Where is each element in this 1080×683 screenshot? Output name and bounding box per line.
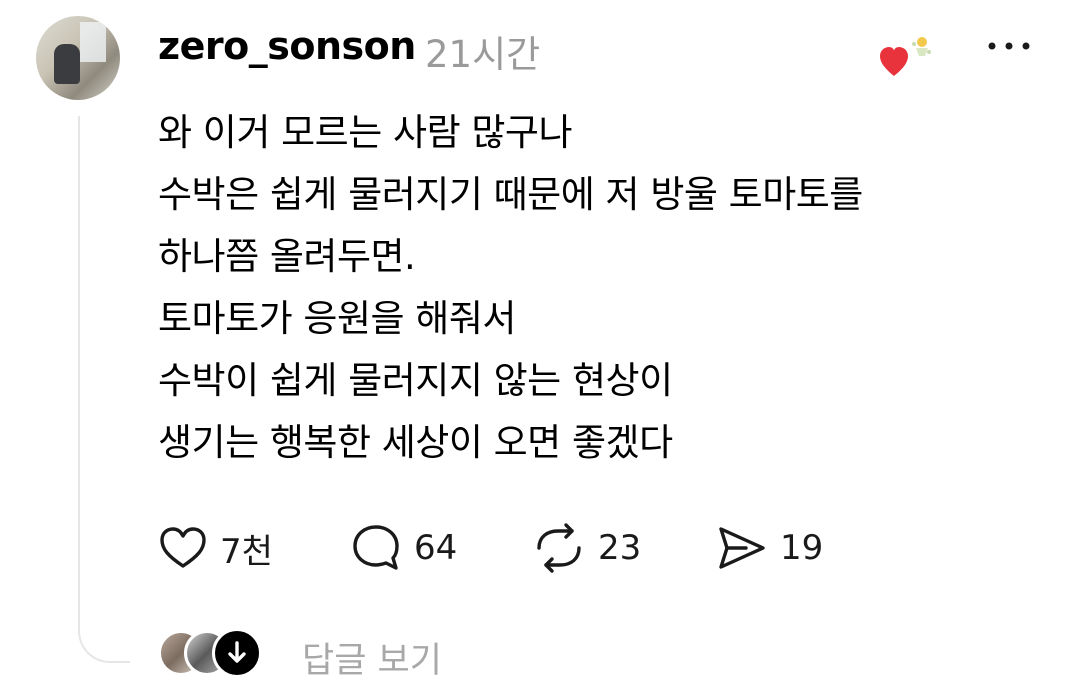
post-line: 토마토가 응원을 해줘서 [158, 297, 516, 340]
heart-badge-icon [880, 37, 931, 76]
post-line: 수박이 쉽게 물러지지 않는 현상이 [158, 359, 673, 402]
comment-button[interactable]: 64 [350, 520, 457, 576]
post-line: 생기는 행복한 세상이 오면 좋겠다 [158, 421, 673, 464]
share-button[interactable]: 19 [716, 520, 823, 576]
down-arrow-icon [212, 628, 262, 678]
thread-line [78, 116, 130, 663]
post-body: 와 이거 모르는 사람 많구나 수박은 쉽게 물러지기 때문에 저 방울 토마토… [158, 102, 1038, 474]
more-options-icon[interactable] [986, 36, 1032, 56]
comment-icon [353, 525, 399, 570]
post-line: 하나쯤 올려두면. [158, 235, 416, 278]
like-count: 7천 [220, 531, 273, 572]
avatar[interactable] [36, 16, 120, 100]
like-button[interactable]: 7천 [158, 520, 273, 576]
post-line: 수박은 쉽게 물러지기 때문에 저 방울 토마토를 [158, 173, 863, 216]
avatar-figure [54, 44, 80, 84]
share-count: 19 [780, 528, 824, 568]
repost-button[interactable]: 23 [532, 520, 641, 576]
comment-count: 64 [414, 528, 458, 568]
view-replies-link[interactable]: 답글 보기 [302, 632, 442, 683]
send-icon [719, 527, 765, 569]
timestamp: 21시간 [425, 33, 541, 76]
avatar-window [80, 22, 106, 62]
repost-count: 23 [598, 528, 642, 568]
repost-icon [537, 523, 581, 573]
heart-icon [160, 527, 206, 568]
username[interactable]: zero_sonson [158, 24, 416, 68]
post-line: 와 이거 모르는 사람 많구나 [158, 111, 572, 154]
